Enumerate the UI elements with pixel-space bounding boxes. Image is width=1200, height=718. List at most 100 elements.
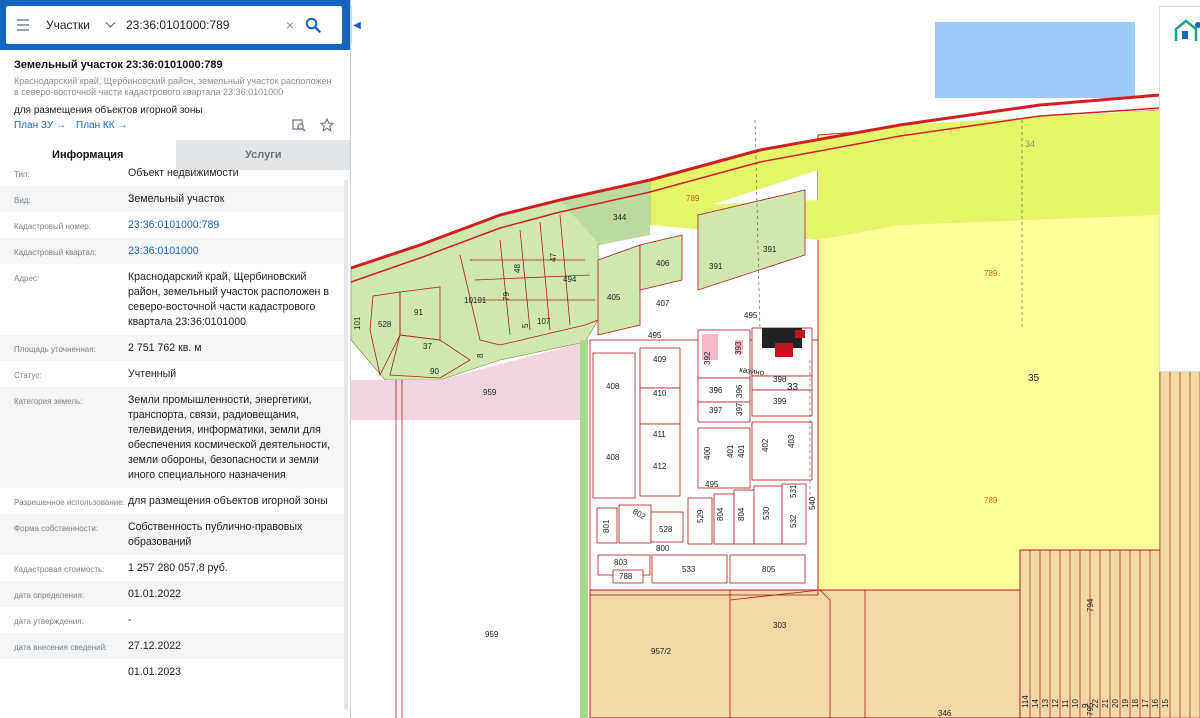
strip-parcel-label: 14	[1031, 699, 1040, 708]
info-row-key: Форма собственности:	[14, 524, 99, 533]
strip-parcel-label: 12	[1051, 699, 1060, 708]
info-row-value: 1 257 280 057,8 руб.	[128, 562, 228, 574]
info-row-value: Объект недвижимости	[128, 167, 239, 179]
parcel-label: 788	[619, 572, 633, 581]
parcel-label: 789	[984, 496, 998, 505]
object-purpose: для размещения объектов игорной зоны	[14, 105, 203, 116]
object-title: Земельный участок 23:36:0101000:789	[14, 59, 223, 71]
strip-parcel-label: 21	[1101, 699, 1110, 708]
info-row: Тип: Объект недвижимости	[0, 160, 345, 186]
info-row-key: Площадь уточненная:	[14, 345, 96, 354]
parcel-label: 804	[737, 507, 746, 521]
panel-scrollbar[interactable]	[344, 180, 348, 710]
parcel-label: 789	[686, 194, 700, 203]
parcel-label: 398	[773, 375, 787, 384]
strip-parcel-label: 10	[1071, 699, 1080, 708]
info-row-value: Собственность публично-правовых образова…	[128, 521, 303, 548]
parcel-label: 344	[613, 213, 627, 222]
info-row: Форма собственности: Собственность публич…	[0, 514, 345, 555]
strip-parcel-label: 20	[1111, 699, 1120, 708]
object-subtitle: Краснодарский край, Щербиновский район, …	[14, 76, 332, 97]
parcel-label: 391	[763, 245, 777, 254]
strip-parcel-label: 19	[1121, 699, 1130, 708]
water-area	[935, 22, 1135, 98]
parcel-label: 5	[521, 323, 530, 328]
info-row: 01.01.2023	[0, 659, 345, 685]
info-row-value: 2 751 762 кв. м	[128, 342, 202, 354]
parcel-label: 107	[537, 317, 551, 326]
parcel-label: 804	[716, 507, 725, 521]
search-type-select[interactable]: Участки	[36, 6, 120, 44]
parcel-label: 533	[682, 565, 696, 574]
info-row: Категория земель: Земли промышленности, э…	[0, 387, 345, 488]
search-on-map-icon[interactable]	[292, 118, 306, 132]
strip-parcel-label: 22	[1091, 699, 1100, 708]
clear-search-button[interactable]: ×	[280, 10, 300, 40]
parcel-label: 48	[513, 264, 522, 273]
parcel-label: 346	[938, 709, 952, 718]
collapse-panel-button[interactable]: ◀	[351, 6, 362, 44]
parcel-label: 794	[1086, 598, 1095, 612]
parcel-label: 47	[549, 253, 558, 262]
info-row-value[interactable]: 23:36:0101000:789	[128, 212, 335, 238]
parcel-label: 532	[789, 514, 798, 528]
star-icon[interactable]	[320, 118, 334, 132]
parcel-label: 399	[773, 397, 787, 406]
search-box: Участки ×	[6, 6, 342, 44]
info-row-key: Вид:	[14, 196, 31, 205]
parcel-label: 412	[653, 462, 667, 471]
info-row-key: Категория земель:	[14, 397, 83, 406]
info-row-key: Адрес:	[14, 274, 40, 283]
parcel-label: 540	[808, 496, 817, 510]
parcel-label: 409	[653, 355, 667, 364]
menu-icon[interactable]	[10, 6, 36, 44]
info-row: дата определения: 01.01.2022	[0, 581, 345, 607]
info-row-key: Кадастровый квартал:	[14, 248, 97, 257]
parcel-label: 408	[606, 453, 620, 462]
parcel-label: 401	[726, 444, 735, 458]
strip-parcel-label: 11	[1061, 699, 1070, 708]
search-input[interactable]	[120, 10, 280, 40]
parcel-label: 411	[653, 430, 666, 439]
parcel-label: 33	[787, 382, 799, 393]
parcel-label: 79	[502, 292, 511, 301]
search-button[interactable]	[300, 10, 326, 40]
info-row-key: Разрешенное использование:	[14, 498, 125, 507]
info-row: Адрес: Краснодарский край, Щербиновский р…	[0, 264, 345, 335]
parcel-label: 401	[737, 444, 746, 458]
info-row-key: Кадастровая стоимость:	[14, 565, 105, 574]
parcel-label: 392	[703, 351, 712, 365]
strip-parcel-label: 18	[1131, 699, 1140, 708]
parcel-label: 805	[762, 565, 776, 574]
info-row-value[interactable]: 23:36:0101000	[128, 238, 335, 264]
plan-kk-link[interactable]: План КК →	[76, 120, 127, 131]
parcel-label: 402	[761, 438, 770, 452]
parcel-label: 405	[607, 293, 621, 302]
parcel-label: 396	[709, 386, 723, 395]
info-row-key: дата определения:	[14, 591, 85, 600]
info-row: Площадь уточненная: 2 751 762 кв. м	[0, 335, 345, 361]
strip-parcel-label: 9	[1081, 703, 1090, 708]
parcel-label: 396	[735, 384, 744, 398]
parcel-label: 531	[789, 484, 798, 498]
parcel-label: 410	[653, 389, 667, 398]
plan-zu-link[interactable]: План ЗУ →	[14, 120, 66, 131]
info-row-value: Учтенный	[128, 368, 177, 380]
parcel-label: 529	[696, 509, 705, 523]
strip-parcel-label: 15	[1161, 699, 1170, 708]
strip-parcel-label: 114	[1021, 695, 1030, 708]
parcel-label: 101	[353, 316, 362, 330]
info-row: дата внесения сведений: 27.12.2022	[0, 633, 345, 659]
screen: 789 789 789 34 35 33 344 391 391 406 405…	[0, 0, 1200, 718]
parcel-label: 495	[648, 331, 662, 340]
info-row: Вид: Земельный участок	[0, 186, 345, 212]
search-icon	[305, 17, 321, 33]
chevron-down-icon	[105, 17, 116, 28]
parcel-label: 801	[602, 519, 611, 533]
info-row: Кадастровый номер: 23:36:0101000:789	[0, 212, 345, 238]
arrow-right-icon: →	[117, 120, 128, 131]
info-row-value: Земельный участок	[128, 193, 225, 205]
parcel-label: 530	[762, 506, 771, 520]
parcel-label: 37	[423, 342, 432, 351]
parcel-label: 528	[659, 525, 673, 534]
